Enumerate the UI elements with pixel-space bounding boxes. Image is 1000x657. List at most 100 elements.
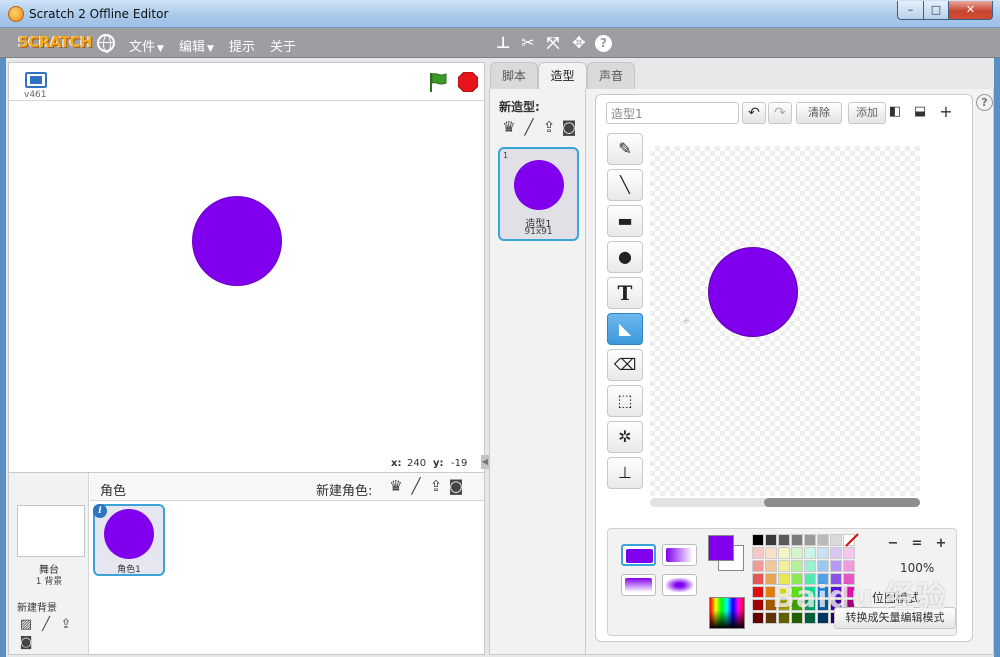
undo-button[interactable]: ↶ [742,102,766,124]
collapse-stage-arrow-icon[interactable]: ◀ [481,455,489,469]
flip-vertical-icon[interactable]: ⬓ [909,102,931,124]
palette-color-cell[interactable] [765,560,777,572]
scrollbar-thumb[interactable] [764,498,920,507]
horizontal-scrollbar[interactable] [650,498,920,507]
stage-thumbnail[interactable] [17,505,85,557]
palette-color-cell[interactable] [843,560,855,572]
close-button[interactable]: ✕ [948,1,993,20]
duplicate-stamp-icon[interactable]: ⊥ [493,33,513,53]
upload-sprite-icon[interactable]: ⇪ [427,477,445,495]
tab-costumes[interactable]: 造型 [538,62,587,90]
scratch-logo[interactable]: SCRATCH [14,31,96,53]
help-icon[interactable]: ? [976,94,993,111]
menu-file[interactable]: 文件 ▼ [129,36,164,55]
set-center-icon[interactable]: + [934,102,958,124]
palette-color-cell[interactable] [830,534,842,546]
palette-color-cell[interactable] [778,534,790,546]
menu-about[interactable]: 关于 [270,36,296,55]
primary-color-swatch[interactable] [708,535,734,561]
redo-button[interactable]: ↷ [768,102,792,124]
palette-color-cell[interactable] [765,534,777,546]
palette-color-cell[interactable] [804,547,816,559]
stop-sign-icon[interactable] [458,72,478,92]
paint-canvas[interactable]: + [650,146,920,496]
palette-color-cell[interactable] [791,534,803,546]
zoom-out-icon[interactable]: − [882,533,904,555]
eraser-tool-icon[interactable]: ⌫ [607,349,643,381]
fill-solid-option[interactable] [621,544,656,566]
fill-horizontal-gradient-option[interactable] [662,544,697,566]
upload-backdrop-icon[interactable]: ⇪ [57,616,75,634]
stage-header: v461 [9,63,484,101]
costume-name-input[interactable] [606,102,739,124]
select-tool-icon[interactable]: ⬚ [607,385,643,417]
cut-icon[interactable]: ✂ [518,33,538,53]
camera-sprite-icon[interactable]: ◙ [447,477,465,495]
minimize-button[interactable]: – [897,1,924,20]
paint-costume-icon[interactable]: ╱ [520,118,538,136]
magic-wand-tool-icon[interactable]: ✲ [607,421,643,453]
menu-edit[interactable]: 编辑 ▼ [179,36,214,55]
palette-color-cell[interactable] [830,560,842,572]
palette-color-cell[interactable] [752,573,764,585]
palette-color-cell[interactable] [791,547,803,559]
palette-color-cell[interactable] [778,560,790,572]
palette-color-cell[interactable] [843,547,855,559]
palette-color-cell[interactable] [830,547,842,559]
costume-library-icon[interactable]: ♛ [500,118,518,136]
palette-color-cell[interactable] [752,599,764,611]
camera-backdrop-icon[interactable]: ◙ [17,634,35,652]
clear-button[interactable]: 清除 [796,102,842,124]
fill-tool-icon[interactable]: ◣ [607,313,643,345]
palette-color-cell[interactable] [804,534,816,546]
palette-color-cell[interactable] [804,560,816,572]
add-button[interactable]: 添加 [848,102,886,124]
no-color-icon[interactable] [845,533,859,547]
fill-radial-gradient-option[interactable] [662,574,697,596]
palette-color-cell[interactable] [817,560,829,572]
menu-tips[interactable]: 提示 [229,36,255,55]
purple-circle-sprite[interactable] [192,196,282,286]
backdrop-library-icon[interactable]: ▨ [17,616,35,634]
palette-color-cell[interactable] [752,560,764,572]
rectangle-tool-icon[interactable]: ▬ [607,205,643,237]
palette-color-cell[interactable] [817,547,829,559]
stage-canvas[interactable] [9,101,484,457]
fullscreen-icon[interactable] [25,72,47,88]
fill-vertical-gradient-option[interactable] [621,574,656,596]
text-tool-icon[interactable]: T [607,277,643,309]
stamp-tool-icon[interactable]: ⊥ [607,457,643,489]
palette-color-cell[interactable] [778,547,790,559]
maximize-button[interactable]: □ [923,1,949,20]
language-globe-icon[interactable] [97,34,115,53]
help-icon[interactable]: ? [595,35,612,52]
info-icon[interactable]: i [93,504,107,518]
zoom-reset-icon[interactable]: = [906,533,928,555]
palette-color-cell[interactable] [752,612,764,624]
paint-sprite-icon[interactable]: ╱ [407,477,425,495]
upload-costume-icon[interactable]: ⇪ [540,118,558,136]
shrink-icon[interactable]: ✥ [569,33,589,53]
palette-color-cell[interactable] [752,534,764,546]
line-tool-icon[interactable]: ╲ [607,169,643,201]
ellipse-tool-icon[interactable]: ● [607,241,643,273]
sprite-library-icon[interactable]: ♛ [387,477,405,495]
brush-tool-icon[interactable]: ✎ [607,133,643,165]
flip-horizontal-icon[interactable]: ◧ [882,102,908,124]
purple-circle-shape[interactable] [708,247,798,337]
palette-color-cell[interactable] [765,547,777,559]
green-flag-icon[interactable] [427,71,449,93]
costume-thumbnail[interactable]: 1 造型1 91x91 [498,147,579,241]
grow-icon[interactable]: ⤧ [543,33,563,53]
zoom-in-icon[interactable]: + [930,533,952,555]
palette-color-cell[interactable] [752,586,764,598]
color-picker-icon[interactable] [709,597,745,629]
sprite-thumbnail[interactable]: i 角色1 [93,504,165,576]
paint-backdrop-icon[interactable]: ╱ [37,616,55,634]
palette-color-cell[interactable] [791,560,803,572]
palette-color-cell[interactable] [817,534,829,546]
tab-sounds[interactable]: 声音 [587,62,635,89]
camera-costume-icon[interactable]: ◙ [560,118,578,136]
tab-scripts[interactable]: 脚本 [490,62,538,89]
palette-color-cell[interactable] [752,547,764,559]
